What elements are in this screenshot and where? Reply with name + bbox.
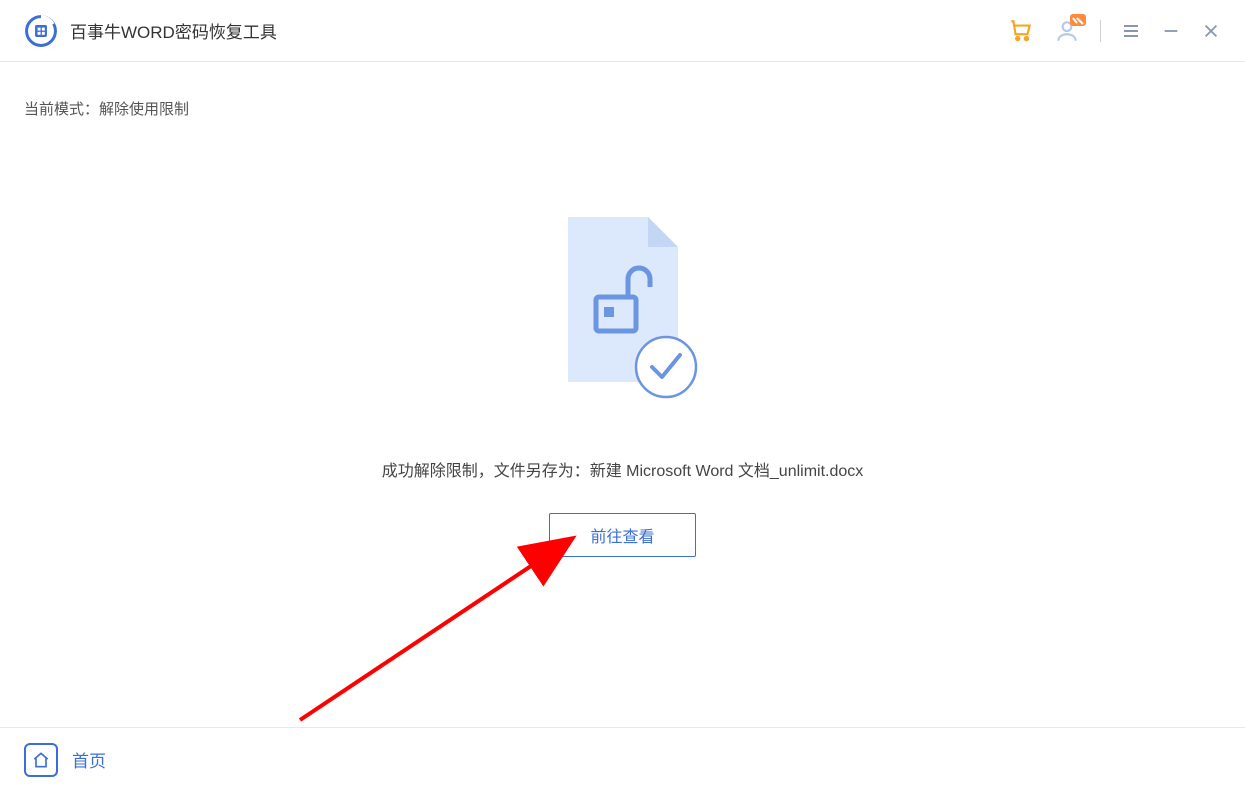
user-badge-icon xyxy=(1070,14,1086,26)
app-title: 百事牛WORD密码恢复工具 xyxy=(70,18,277,43)
titlebar-left: 百事牛WORD密码恢复工具 xyxy=(24,14,277,48)
cart-icon[interactable] xyxy=(1008,18,1034,44)
mode-value: 解除使用限制 xyxy=(99,101,189,118)
home-link[interactable]: 首页 xyxy=(24,743,106,777)
go-view-button[interactable]: 前往查看 xyxy=(549,513,695,557)
status-prefix: 成功解除限制，文件另存为： xyxy=(382,463,590,480)
home-icon xyxy=(24,743,58,777)
document-unlocked-icon xyxy=(538,207,708,407)
home-label: 首页 xyxy=(72,747,106,772)
titlebar-separator xyxy=(1100,20,1101,42)
result-panel: 成功解除限制，文件另存为：新建 Microsoft Word 文档_unlimi… xyxy=(24,207,1221,557)
footer-bar: 首页 xyxy=(0,727,1245,791)
titlebar-right xyxy=(1008,18,1221,44)
content-area: 当前模式：解除使用限制 成功解除限制，文件另存为：新建 Microsoft Wo… xyxy=(0,62,1245,557)
menu-icon[interactable] xyxy=(1121,21,1141,41)
close-icon[interactable] xyxy=(1201,21,1221,41)
mode-prefix: 当前模式： xyxy=(24,101,99,118)
saved-filename: 新建 Microsoft Word 文档_unlimit.docx xyxy=(590,463,864,480)
app-logo-icon xyxy=(24,14,58,48)
current-mode-label: 当前模式：解除使用限制 xyxy=(24,98,1221,119)
minimize-icon[interactable] xyxy=(1161,21,1181,41)
status-message: 成功解除限制，文件另存为：新建 Microsoft Word 文档_unlimi… xyxy=(382,457,864,481)
titlebar: 百事牛WORD密码恢复工具 xyxy=(0,0,1245,62)
user-icon[interactable] xyxy=(1054,18,1080,44)
